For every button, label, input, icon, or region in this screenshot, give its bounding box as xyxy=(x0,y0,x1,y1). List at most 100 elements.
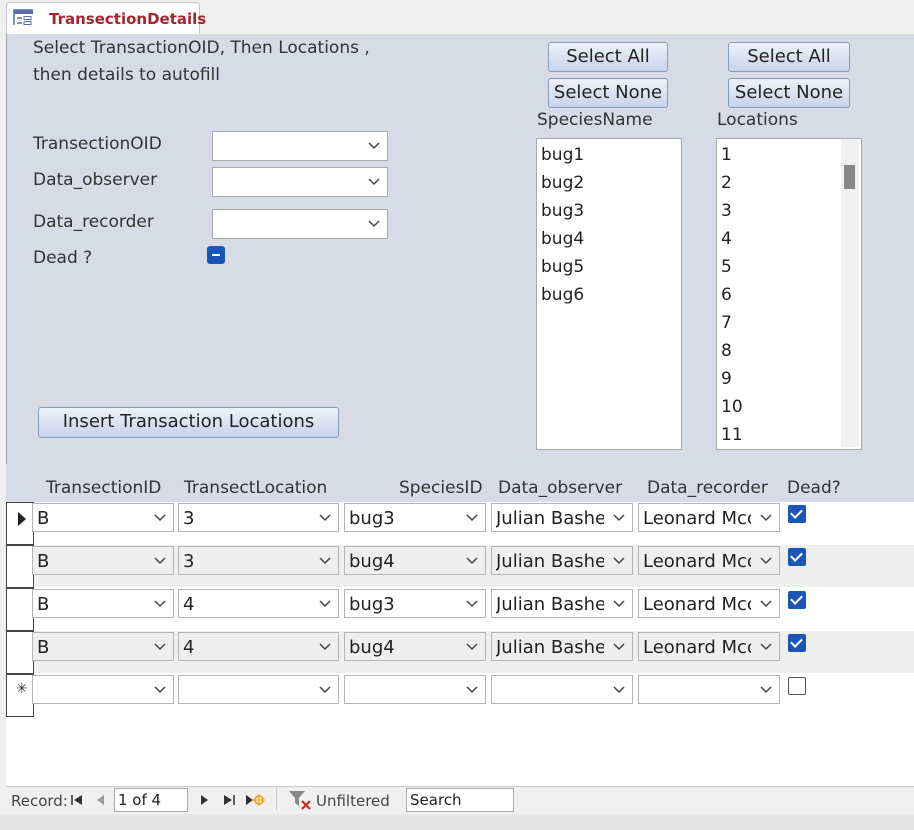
transection-oid-combo[interactable] xyxy=(212,131,388,161)
first-record-icon[interactable] xyxy=(70,793,84,807)
locations-listbox[interactable]: 1 2 3 4 5 6 7 8 9 10 11 xyxy=(716,138,862,450)
list-item[interactable]: 8 xyxy=(717,337,861,365)
chevron-down-icon[interactable] xyxy=(606,590,632,617)
list-item[interactable]: 2 xyxy=(717,169,861,197)
last-record-icon[interactable] xyxy=(222,793,236,807)
new-cell-transection-id[interactable] xyxy=(32,675,174,704)
new-cell-data-observer[interactable] xyxy=(491,675,633,704)
filter-icon[interactable] xyxy=(288,789,314,811)
chevron-down-icon[interactable] xyxy=(459,547,485,574)
list-item[interactable]: 10 xyxy=(717,393,861,421)
chevron-down-icon[interactable] xyxy=(312,504,338,531)
column-header-data-recorder[interactable]: Data_recorder xyxy=(647,478,768,498)
list-item[interactable]: 7 xyxy=(717,309,861,337)
chevron-down-icon[interactable] xyxy=(147,633,173,660)
list-item[interactable]: 4 xyxy=(717,225,861,253)
cell-species-id[interactable]: bug4 xyxy=(344,546,486,575)
chevron-down-icon[interactable] xyxy=(606,633,632,660)
chevron-down-icon[interactable] xyxy=(312,547,338,574)
column-header-data-observer[interactable]: Data_observer xyxy=(498,478,622,498)
next-record-icon[interactable] xyxy=(198,793,210,807)
list-item[interactable]: 3 xyxy=(717,197,861,225)
cell-data-recorder[interactable]: Leonard Mcc xyxy=(638,503,780,532)
dead-checkbox[interactable] xyxy=(788,634,806,652)
new-cell-species-id[interactable] xyxy=(344,675,486,704)
chevron-down-icon[interactable] xyxy=(606,547,632,574)
data-recorder-combo[interactable] xyxy=(212,209,388,239)
row-selector[interactable] xyxy=(6,502,34,545)
chevron-down-icon[interactable] xyxy=(753,504,779,531)
cell-data-observer[interactable]: Julian Bashe xyxy=(491,589,633,618)
chevron-down-icon[interactable] xyxy=(606,504,632,531)
cell-transection-id[interactable]: B xyxy=(32,503,174,532)
dead-checkbox[interactable] xyxy=(788,548,806,566)
cell-data-recorder[interactable]: Leonard Mcc xyxy=(638,632,780,661)
list-item[interactable]: 6 xyxy=(717,281,861,309)
chevron-down-icon[interactable] xyxy=(459,590,485,617)
data-observer-combo[interactable] xyxy=(212,167,388,197)
column-header-transection-id[interactable]: TransectionID xyxy=(46,478,161,498)
chevron-down-icon[interactable] xyxy=(753,633,779,660)
insert-transaction-locations-button[interactable]: Insert Transaction Locations xyxy=(38,407,339,438)
chevron-down-icon[interactable] xyxy=(753,590,779,617)
row-selector[interactable] xyxy=(6,631,34,674)
cell-data-observer[interactable]: Julian Bashe xyxy=(491,632,633,661)
new-cell-transect-location[interactable] xyxy=(178,675,339,704)
chevron-down-icon[interactable] xyxy=(753,676,779,703)
scrollbar-thumb[interactable] xyxy=(844,165,855,189)
column-header-species-id[interactable]: SpeciesID xyxy=(399,478,483,498)
column-header-transect-location[interactable]: TransectLocation xyxy=(184,478,327,498)
cell-species-id[interactable]: bug3 xyxy=(344,589,486,618)
list-item[interactable]: bug3 xyxy=(537,197,681,225)
cell-data-observer[interactable]: Julian Bashe xyxy=(491,546,633,575)
chevron-down-icon[interactable] xyxy=(459,504,485,531)
previous-record-icon[interactable] xyxy=(94,793,106,807)
cell-transection-id[interactable]: B xyxy=(32,632,174,661)
locations-select-all-button[interactable]: Select All xyxy=(728,42,850,72)
locations-scrollbar[interactable] xyxy=(841,139,859,447)
new-dead-checkbox[interactable] xyxy=(788,677,806,695)
list-item[interactable]: bug5 xyxy=(537,253,681,281)
cell-data-recorder[interactable]: Leonard Mcc xyxy=(638,589,780,618)
species-listbox[interactable]: bug1 bug2 bug3 bug4 bug5 bug6 xyxy=(536,138,682,450)
new-record-nav-icon[interactable] xyxy=(244,792,266,808)
cell-transect-location[interactable]: 3 xyxy=(178,546,339,575)
cell-transect-location[interactable]: 3 xyxy=(178,503,339,532)
current-record-field[interactable]: 1 of 4 xyxy=(114,788,188,812)
dead-checkbox[interactable] xyxy=(788,505,806,523)
locations-select-none-button[interactable]: Select None xyxy=(728,78,850,108)
chevron-down-icon[interactable] xyxy=(459,676,485,703)
species-select-none-button[interactable]: Select None xyxy=(548,78,668,108)
cell-data-observer[interactable]: Julian Bashe xyxy=(491,503,633,532)
chevron-down-icon[interactable] xyxy=(312,676,338,703)
cell-transection-id[interactable]: B xyxy=(32,589,174,618)
list-item[interactable]: bug1 xyxy=(537,141,681,169)
list-item[interactable]: 1 xyxy=(717,141,861,169)
chevron-down-icon[interactable] xyxy=(147,676,173,703)
list-item[interactable]: bug4 xyxy=(537,225,681,253)
row-selector-new[interactable]: ✳ xyxy=(6,674,34,717)
list-item[interactable]: bug6 xyxy=(537,281,681,309)
list-item[interactable]: 11 xyxy=(717,421,861,449)
chevron-down-icon[interactable] xyxy=(312,633,338,660)
chevron-down-icon[interactable] xyxy=(606,676,632,703)
dead-checkbox[interactable] xyxy=(788,591,806,609)
chevron-down-icon[interactable] xyxy=(459,633,485,660)
cell-data-recorder[interactable]: Leonard Mcc xyxy=(638,546,780,575)
chevron-down-icon[interactable] xyxy=(361,168,387,196)
list-item[interactable]: bug2 xyxy=(537,169,681,197)
chevron-down-icon[interactable] xyxy=(361,132,387,160)
cell-species-id[interactable]: bug3 xyxy=(344,503,486,532)
chevron-down-icon[interactable] xyxy=(147,504,173,531)
dead-checkbox-indeterminate[interactable] xyxy=(207,246,225,264)
chevron-down-icon[interactable] xyxy=(753,547,779,574)
search-input[interactable]: Search xyxy=(406,788,514,812)
list-item[interactable]: 9 xyxy=(717,365,861,393)
species-select-all-button[interactable]: Select All xyxy=(548,42,668,72)
cell-transect-location[interactable]: 4 xyxy=(178,589,339,618)
column-header-dead[interactable]: Dead? xyxy=(787,478,841,498)
chevron-down-icon[interactable] xyxy=(147,590,173,617)
row-selector[interactable] xyxy=(6,588,34,631)
tab-transection-details[interactable]: TransectionDetails xyxy=(6,2,206,37)
row-selector[interactable] xyxy=(6,545,34,588)
